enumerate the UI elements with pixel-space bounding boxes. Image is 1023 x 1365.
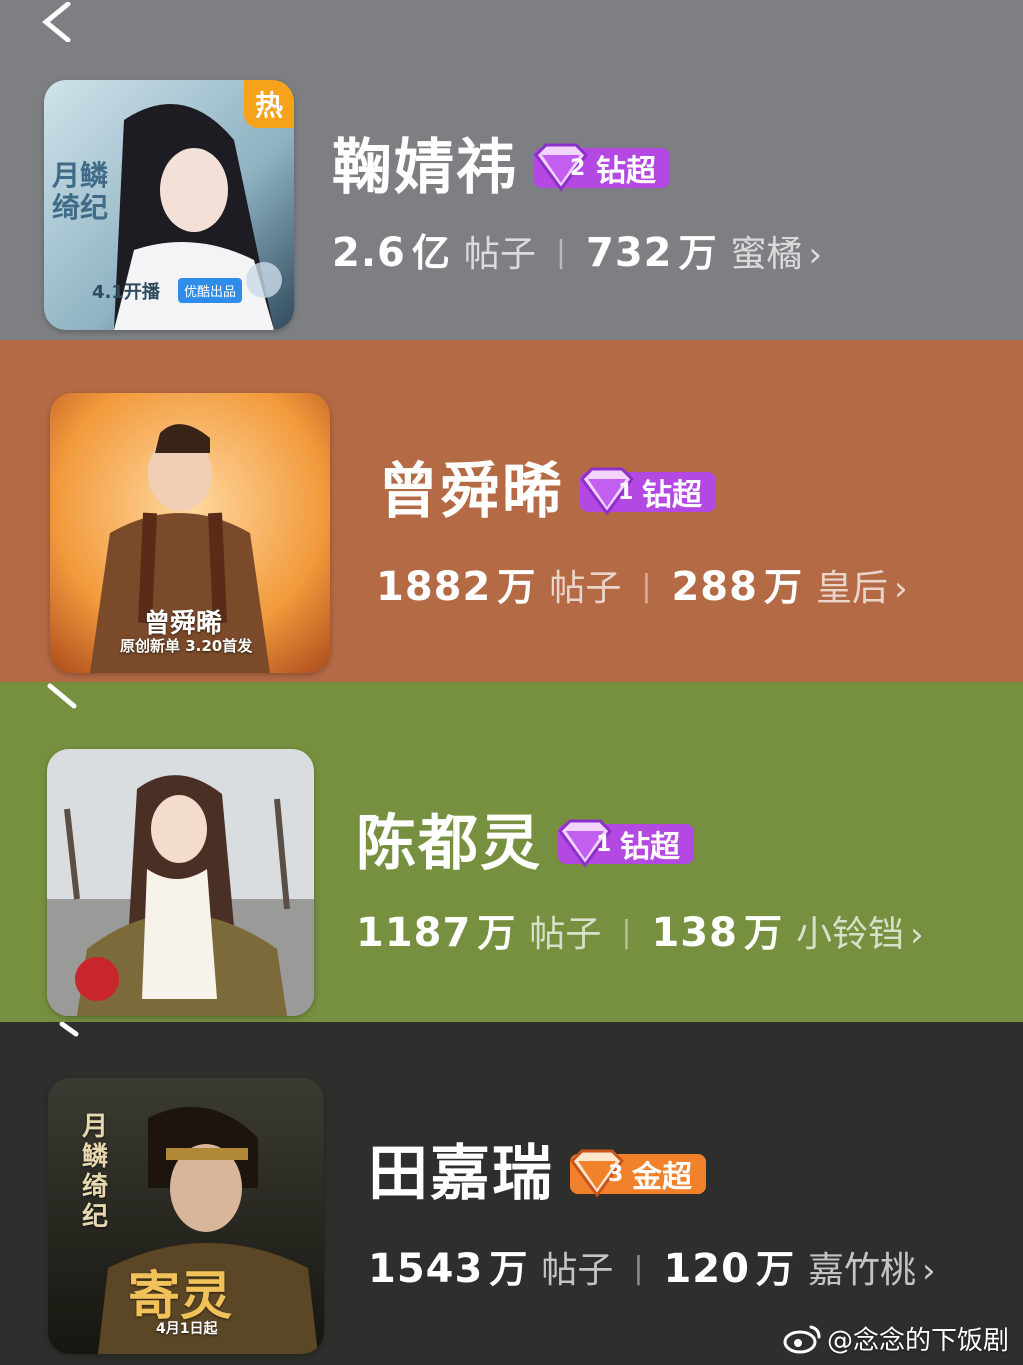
- name-row: 田嘉瑞 3 金超: [368, 1144, 706, 1204]
- posts-count: 1187: [356, 910, 472, 956]
- posts-label: 帖子: [549, 568, 622, 609]
- posts-unit: 亿: [411, 231, 450, 275]
- name-row: 鞠婧祎 2 钻超: [332, 138, 670, 198]
- cover-image[interactable]: 曾舜晞 原创新单 3.20首发: [50, 393, 330, 673]
- posts-unit: 万: [477, 911, 516, 955]
- chevron-right-icon[interactable]: ›: [910, 915, 924, 955]
- fans-label: 皇后: [815, 568, 888, 609]
- cover-subtitle: 原创新单 3.20首发: [120, 637, 253, 655]
- cover-date: 4.1开播: [92, 282, 160, 303]
- divider: |: [633, 1251, 644, 1286]
- posts-label: 帖子: [529, 914, 602, 955]
- star-name: 陈都灵: [356, 809, 542, 879]
- super-badge[interactable]: 1 钻超: [580, 467, 716, 516]
- fan-card-4[interactable]: 月鳞绮纪 寄灵 4月1日起 田嘉瑞 3 金超 1543 万 帖子 | 120 万 …: [0, 1022, 1023, 1365]
- fans-label: 蜜橘: [730, 234, 803, 275]
- star-name: 田嘉瑞: [368, 1139, 554, 1209]
- cover-title: 月鳞绮纪: [82, 1112, 109, 1232]
- fans-label: 嘉竹桃: [807, 1250, 916, 1291]
- stats-row[interactable]: 1882 万 帖子 | 288 万 皇后 ›: [376, 556, 908, 611]
- posts-label: 帖子: [541, 1250, 614, 1291]
- badge-level: 1: [596, 831, 612, 857]
- fans-count: 732: [586, 230, 673, 276]
- badge-level: 2: [570, 155, 586, 181]
- fans-count: 288: [671, 564, 758, 610]
- stats-row[interactable]: 1543 万 帖子 | 120 万 嘉竹桃 ›: [368, 1238, 936, 1293]
- divider: |: [555, 235, 566, 270]
- star-name: 鞠婧祎: [332, 133, 518, 203]
- fans-unit: 万: [755, 1247, 794, 1291]
- fans-unit: 万: [678, 231, 717, 275]
- fans-count: 138: [651, 910, 738, 956]
- divider: |: [621, 915, 632, 950]
- super-badge[interactable]: 3 金超: [570, 1149, 706, 1198]
- badge-label: 金超: [632, 1160, 692, 1195]
- super-badge[interactable]: 2 钻超: [534, 143, 670, 192]
- stats-row[interactable]: 2.6 亿 帖子 | 732 万 蜜橘 ›: [332, 222, 822, 277]
- posts-unit: 万: [497, 565, 536, 609]
- watermark-text: @念念的下饭剧: [826, 1326, 1009, 1356]
- posts-count: 1543: [368, 1246, 484, 1292]
- posts-unit: 万: [489, 1247, 528, 1291]
- badge-label: 钻超: [642, 478, 702, 513]
- badge-level: 1: [618, 479, 634, 505]
- back-chevron-icon[interactable]: [56, 340, 90, 360]
- name-row: 曾舜晞 1 钻超: [378, 462, 716, 522]
- weibo-logo-icon: [783, 1325, 821, 1353]
- back-chevron-icon[interactable]: [40, 2, 74, 42]
- star-name: 曾舜晞: [378, 457, 564, 527]
- name-row: 陈都灵 1 钻超: [356, 814, 694, 874]
- cover-image[interactable]: 热 月鳞绮纪 4.1开播 优酷出品: [44, 80, 294, 330]
- source-badge: 优酷出品: [178, 278, 243, 303]
- cover-image[interactable]: 月鳞绮纪 寄灵 4月1日起: [48, 1078, 324, 1354]
- fans-unit: 万: [763, 565, 802, 609]
- cover-image[interactable]: [47, 749, 314, 1016]
- super-badge[interactable]: 1 钻超: [558, 819, 694, 868]
- badge-label: 钻超: [596, 154, 656, 189]
- fan-card-1[interactable]: 热 月鳞绮纪 4.1开播 优酷出品 鞠婧祎 2 钻超 2.6 亿 帖子 | 732…: [0, 0, 1023, 340]
- divider: |: [641, 569, 652, 604]
- fans-count: 120: [663, 1246, 750, 1292]
- chevron-right-icon[interactable]: ›: [809, 235, 823, 275]
- fans-label: 小铃铛: [795, 914, 904, 955]
- cover-date: 4月1日起: [156, 1321, 218, 1337]
- hot-tag: 热: [244, 80, 294, 128]
- chevron-right-icon[interactable]: ›: [894, 569, 908, 609]
- chevron-right-icon[interactable]: ›: [922, 1251, 936, 1291]
- stats-row[interactable]: 1187 万 帖子 | 138 万 小铃铛 ›: [356, 902, 924, 957]
- watermark: @念念的下饭剧: [783, 1320, 1009, 1357]
- posts-label: 帖子: [463, 234, 536, 275]
- fan-card-3[interactable]: 陈都灵 1 钻超 1187 万 帖子 | 138 万 小铃铛 ›: [0, 682, 1023, 1022]
- back-chevron-icon[interactable]: [56, 1022, 90, 1056]
- fans-unit: 万: [743, 911, 782, 955]
- posts-count: 2.6: [332, 230, 406, 276]
- posts-count: 1882: [376, 564, 492, 610]
- badge-label: 钻超: [620, 830, 680, 865]
- cover-title: 月鳞绮纪: [52, 159, 109, 224]
- fan-card-2[interactable]: 曾舜晞 原创新单 3.20首发 曾舜晞 1 钻超 1882 万 帖子 | 288 …: [0, 340, 1023, 682]
- back-chevron-icon[interactable]: [46, 682, 80, 716]
- badge-level: 3: [608, 1161, 624, 1187]
